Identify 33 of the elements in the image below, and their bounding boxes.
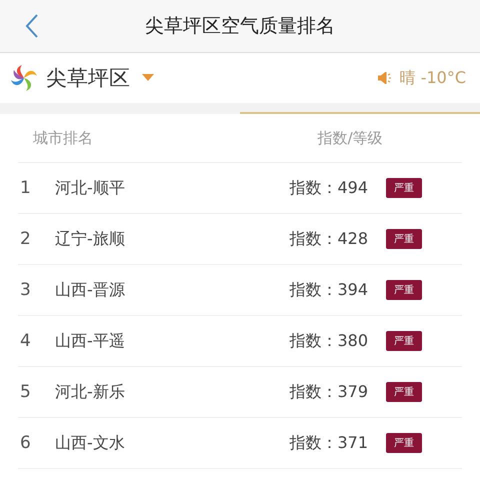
severity-tag: 严重 [386,229,422,249]
city-name: 河北-顺平 [55,178,126,198]
index-value: 指数：394 [289,280,368,300]
rank-number: 3 [19,280,32,300]
index-value: 指数：380 [289,330,368,352]
city-name: 山西-晋源 [55,280,126,300]
district-name[interactable]: 尖草坪区 [46,64,130,92]
dropdown-caret-icon[interactable] [142,74,154,82]
index-value: 指数：428 [289,228,368,250]
index-value: 指数：494 [289,178,368,198]
column-header: 指数/等级 [316,128,384,148]
severity-tag: 严重 [386,382,422,402]
swirl-logo-icon [8,62,40,94]
city-name: 河北-新乐 [55,382,126,402]
severity-tag: 严重 [386,178,422,198]
severity-tag: 严重 [386,433,422,453]
rank-number: 2 [19,229,32,249]
column-header: 城市排名 [32,128,94,148]
index-value: 指数：371 [289,432,368,454]
city-name: 山西-平遥 [55,330,126,352]
severity-tag: 严重 [386,280,422,300]
weather-text: 晴 -10°C [400,68,466,88]
rank-number: 5 [19,382,32,402]
page-title: 尖草坪区空气质量排名 [145,14,335,39]
severity-tag: 严重 [386,331,422,351]
index-value: 指数：379 [289,382,368,402]
rank-number: 4 [19,331,32,351]
city-name: 辽宁-旅顺 [55,228,126,250]
rank-number: 1 [19,178,32,198]
city-name: 山西-文水 [55,432,126,454]
rank-number: 6 [19,433,32,453]
back-icon[interactable] [24,13,40,39]
speaker-icon[interactable] [378,72,394,84]
